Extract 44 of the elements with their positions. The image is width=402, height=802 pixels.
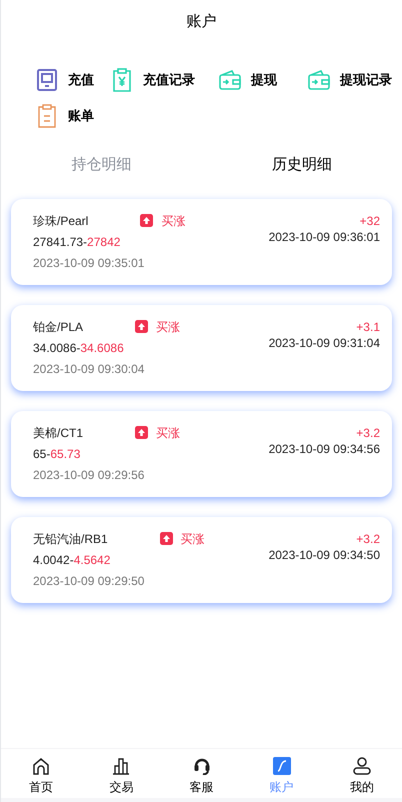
up-arrow-icon xyxy=(140,214,154,227)
open-time: 2023-10-09 09:30:04 xyxy=(33,360,146,378)
nav-tab[interactable]: 客服 xyxy=(161,749,242,796)
nav-tab[interactable]: 首页 xyxy=(1,749,82,796)
profit-amount: +32 xyxy=(360,212,380,230)
profit-amount: +3.2 xyxy=(356,530,380,548)
menu-item[interactable]: 账单 xyxy=(36,104,111,128)
profit-amount: +3.2 xyxy=(356,424,380,442)
price-range: 65-65.73 xyxy=(33,446,82,462)
direction-label: 买涨 xyxy=(156,318,180,336)
user-icon[interactable] xyxy=(352,757,371,775)
price-range: 4.0042-4.5642 xyxy=(33,552,112,568)
direction-label: 买涨 xyxy=(161,212,186,230)
home-icon[interactable] xyxy=(32,757,50,775)
direction-label: 买涨 xyxy=(156,424,180,442)
open-time: 2023-10-09 09:35:01 xyxy=(33,254,146,272)
up-arrow-icon xyxy=(135,320,148,333)
product-name: 美棉/CT1 xyxy=(33,424,84,442)
price-range: 34.0086-34.6086 xyxy=(33,340,125,356)
close-time: 2023-10-09 09:34:50 xyxy=(268,548,380,562)
up-arrow-icon xyxy=(135,426,148,439)
nav-tab[interactable]: 交易 xyxy=(81,749,162,796)
product-name: 无铅汽油/RB1 xyxy=(33,530,108,548)
menu-item[interactable]: 提现记录 xyxy=(308,68,402,92)
open-time: 2023-10-09 09:29:56 xyxy=(33,466,146,484)
headset-icon[interactable] xyxy=(192,757,210,775)
account-icon[interactable] xyxy=(272,757,291,775)
tab[interactable]: 历史明细 xyxy=(202,154,402,176)
product-name: 珍珠/Pearl xyxy=(33,212,88,230)
page-title: 账户 xyxy=(186,12,216,32)
menu-item[interactable]: 充值记录 xyxy=(111,68,219,92)
close-time: 2023-10-09 09:36:01 xyxy=(268,230,380,244)
up-arrow-icon xyxy=(160,532,173,545)
product-name: 铂金/PLA xyxy=(33,318,84,336)
open-time: 2023-10-09 09:29:50 xyxy=(33,572,146,590)
menu-item[interactable]: 提现 xyxy=(219,68,308,92)
close-time: 2023-10-09 09:34:56 xyxy=(268,442,380,456)
menu-item[interactable]: 充值 xyxy=(36,68,111,92)
close-time: 2023-10-09 09:31:04 xyxy=(268,336,380,350)
price-range: 27841.73-27842 xyxy=(33,234,122,250)
direction-label: 买涨 xyxy=(180,530,205,548)
profit-amount: +3.1 xyxy=(356,318,380,336)
nav-tab[interactable]: 我的 xyxy=(322,749,402,796)
bar-chart-icon[interactable] xyxy=(112,757,130,775)
